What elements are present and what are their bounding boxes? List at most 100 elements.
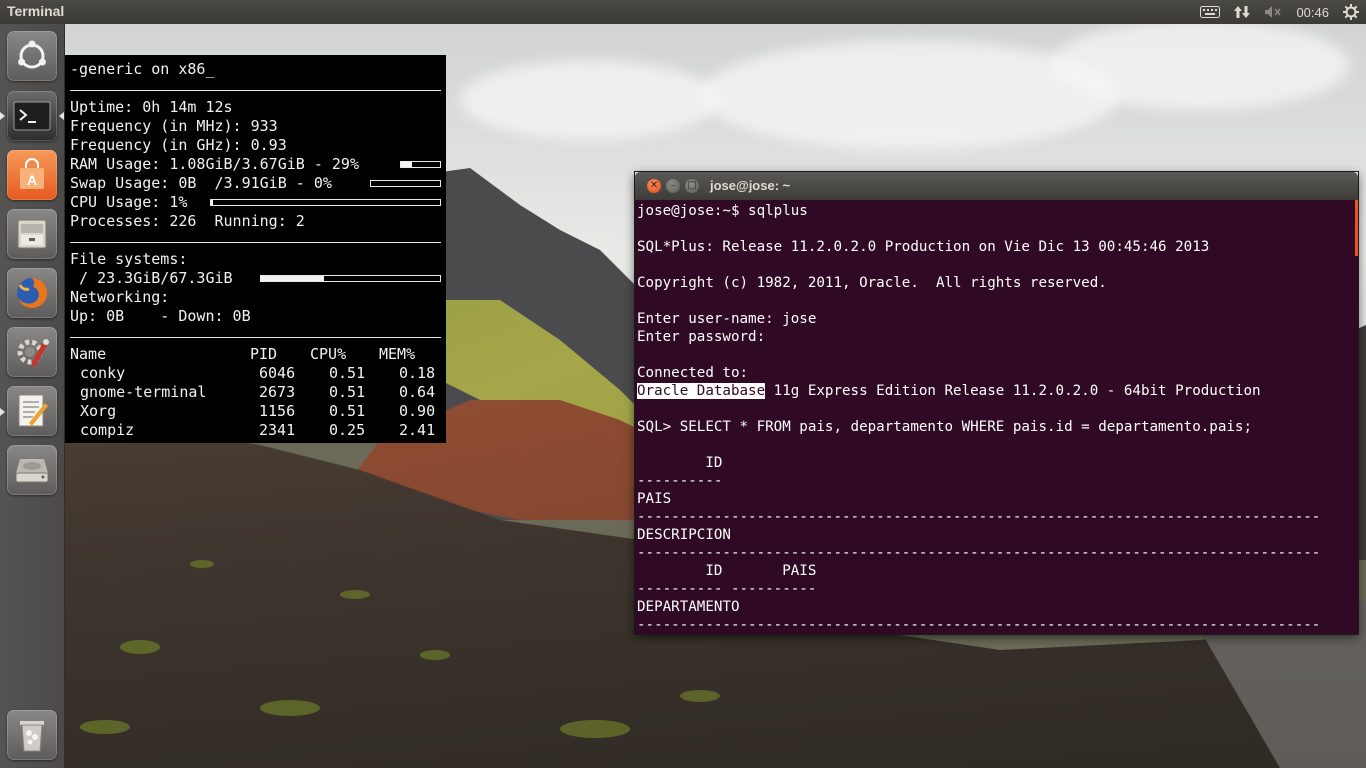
cloud xyxy=(1050,20,1350,110)
terminal-line: SQL> SELECT * FROM pais, departamento WH… xyxy=(637,419,1252,435)
software-center-button[interactable]: A xyxy=(7,150,57,200)
panel-app-title: Terminal xyxy=(7,3,65,19)
table-row: gnome-terminal 2673 0.51 0.64 xyxy=(70,383,506,402)
ram-percent: 29% xyxy=(331,155,359,173)
terminal-line: ----------------------------------------… xyxy=(637,509,1321,525)
terminal-line: Copyright (c) 1982, 2011, Oracle. All ri… xyxy=(637,275,1107,291)
separator: - xyxy=(304,155,332,173)
running-label: Running: xyxy=(214,212,296,230)
freq-ghz-row: Frequency (in GHz): 0.93 xyxy=(70,136,287,155)
minimize-button[interactable]: – xyxy=(666,179,680,193)
cpu-row: CPU Usage: 1% xyxy=(70,193,187,212)
terminal-line: ---------- xyxy=(637,473,723,489)
disk-button[interactable] xyxy=(7,445,57,495)
selected-text: Oracle Database xyxy=(637,383,766,399)
process-cpu: 0.51 xyxy=(329,383,366,401)
terminal-launcher-button[interactable] xyxy=(7,91,57,141)
cpu-bar-fill xyxy=(211,200,214,205)
terminal-line: ----------------------------------------… xyxy=(637,545,1321,561)
ram-row: RAM Usage: 1.08GiB/3.67GiB - 29% xyxy=(70,155,359,174)
freq-ghz-label: Frequency (in GHz): xyxy=(70,136,251,154)
terminal-line: PAIS xyxy=(637,491,672,507)
process-mem: 0.64 xyxy=(399,383,436,401)
system-settings-button[interactable] xyxy=(7,327,57,377)
process-mem: 2.41 xyxy=(399,421,436,439)
filesystem-root: / 23.3GiB/67.3GiB xyxy=(70,269,233,287)
process-mem: 0.18 xyxy=(399,364,436,382)
terminal-line: SQL*Plus: Release 11.2.0.2.0 Production … xyxy=(637,239,1210,255)
freq-ghz-value: 0.93 xyxy=(250,136,287,154)
terminal-text: 11g Express Edition Release 11.2.0.2.0 -… xyxy=(765,383,1261,399)
text-editor-button[interactable] xyxy=(7,386,57,436)
files-button[interactable] xyxy=(7,209,57,259)
scrollbar[interactable] xyxy=(1355,200,1358,256)
top-panel: Terminal 00:46 xyxy=(0,0,1366,24)
filesystems-label: File systems: xyxy=(70,250,188,268)
terminal-titlebar[interactable]: ✕ – □ jose@jose: ~ xyxy=(635,172,1358,200)
clock[interactable]: 00:46 xyxy=(1289,0,1336,24)
table-row: Xorg 1156 0.51 0.90 xyxy=(70,402,506,421)
conky-monitor: -generic on x86_ Uptime: 0h 14m 12s Freq… xyxy=(65,55,446,443)
terminal-line: ----------------------------------------… xyxy=(637,617,1321,633)
shrub xyxy=(340,590,370,599)
process-pid: 1156 xyxy=(259,402,296,420)
firefox-button[interactable] xyxy=(7,268,57,318)
processes-row: Processes: 226 Running: 2 xyxy=(70,212,305,231)
hard-disk-icon xyxy=(15,459,49,483)
maximize-button[interactable]: □ xyxy=(685,179,699,193)
terminal-line: ---------- ---------- xyxy=(637,581,817,597)
process-name: gnome-terminal xyxy=(80,383,207,401)
cpu-bar xyxy=(210,199,441,206)
process-cpu: 0.51 xyxy=(329,364,366,382)
ubuntu-dash-button[interactable] xyxy=(7,31,57,81)
focused-indicator xyxy=(59,112,64,120)
ubuntu-logo-icon xyxy=(18,40,46,69)
network-updown-icon[interactable] xyxy=(1227,0,1257,24)
terminal-output[interactable]: jose@jose:~$ sqlplus SQL*Plus: Release 1… xyxy=(635,200,1358,634)
shrub xyxy=(680,690,720,702)
filesystem-bar xyxy=(260,275,441,282)
trash-button[interactable] xyxy=(7,710,57,760)
close-icon: ✕ xyxy=(649,180,659,191)
networking-label: Networking: xyxy=(70,288,170,306)
text-editor-icon xyxy=(18,394,48,427)
keyboard-icon[interactable] xyxy=(1193,0,1227,24)
minimize-icon: – xyxy=(670,180,676,191)
swap-label: Swap Usage: xyxy=(70,174,179,192)
processes-label: Processes: xyxy=(70,212,170,230)
window-title: jose@jose: ~ xyxy=(710,178,791,193)
settings-wrench-icon xyxy=(17,339,49,367)
trash-icon xyxy=(20,721,44,752)
process-pid: 6046 xyxy=(259,364,296,382)
swap-row: Swap Usage: 0B /3.91GiB - 0% xyxy=(70,174,332,193)
divider xyxy=(70,90,441,91)
col-cpu: CPU% xyxy=(310,345,347,363)
uptime-value: 0h 14m 12s xyxy=(142,98,233,116)
close-button[interactable]: ✕ xyxy=(647,179,661,193)
divider xyxy=(70,337,441,338)
col-mem: MEM% xyxy=(379,345,416,363)
process-pid: 2673 xyxy=(259,383,296,401)
process-cpu: 0.25 xyxy=(329,421,366,439)
terminal-line: Connected to: xyxy=(637,365,749,381)
swap-percent: 0% xyxy=(313,174,332,192)
panel-indicators: 00:46 xyxy=(1193,0,1366,24)
terminal-line: ID PAIS xyxy=(637,563,817,579)
running-value: 2 xyxy=(295,212,305,230)
launcher: A xyxy=(0,24,65,768)
shrub xyxy=(560,720,630,738)
terminal-line-selected: Oracle Database 11g Express Edition Rele… xyxy=(637,382,1261,400)
terminal-line: Enter user-name: jose xyxy=(637,311,817,327)
volume-muted-icon[interactable] xyxy=(1257,0,1289,24)
freq-mhz-label: Frequency (in MHz): xyxy=(70,117,251,135)
uptime-row: Uptime: 0h 14m 12s xyxy=(70,98,233,117)
network-speed: Up: 0B - Down: 0B xyxy=(70,307,251,325)
terminal-window[interactable]: ✕ – □ jose@jose: ~ jose@jose:~$ sqlplus … xyxy=(635,172,1358,634)
process-name: Xorg xyxy=(80,402,117,420)
table-row: conky 6046 0.51 0.18 xyxy=(70,364,506,383)
shrub xyxy=(80,720,130,734)
gear-icon[interactable] xyxy=(1336,0,1366,24)
table-row: compiz 2341 0.25 2.41 xyxy=(70,421,506,440)
freq-mhz-row: Frequency (in MHz): 933 xyxy=(70,117,278,136)
shrub xyxy=(120,640,160,654)
